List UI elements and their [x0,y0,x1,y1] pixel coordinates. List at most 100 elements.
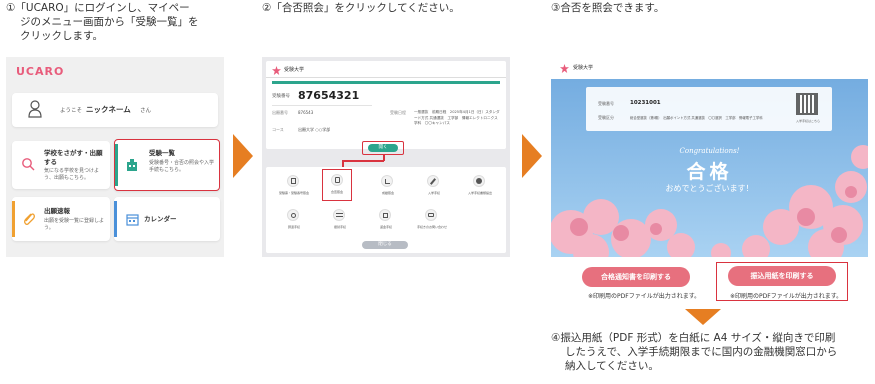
detail-card: 受験大学 受験番号 87654321 出願番号 876543 コース 出願大学 … [266,61,506,149]
tile-desc: 気になる学校を見つけよう、出願もこちら。 [44,168,100,181]
qr-code[interactable] [796,93,818,115]
exam-info: 一般選抜 前期日程 2025年4月1日（日）スタンダード方式 共通選抜 工学部 … [414,110,500,126]
menu-item[interactable]: 入学手続書類提出 [458,173,502,199]
tile-accent-bar [115,144,118,186]
step4-line: 納入してください。 [565,360,659,372]
exam-info-card: 受験番号 10231001 受験区分 総合型選抜（第Ⅰ期） 出願ポイント方式 共… [586,87,832,131]
menu-item-result-highlight[interactable]: 合否照会 [322,169,352,201]
menu-label: 受験票・受験番号照会 [278,191,309,195]
message-text: おめでとうございます！ [665,184,754,193]
exam-detail-screenshot: 受験大学 受験番号 87654321 出願番号 876543 コース 出願大学 … [262,57,510,257]
flower-icon [476,178,482,184]
cancel-icon [291,213,296,218]
pdf-note: ※印刷用のPDFファイルが出力されます。 [730,293,843,300]
course-value: 出願大学 ○○学部 [298,127,331,132]
honorific: さん [140,108,152,114]
ticket-icon [291,178,296,184]
menu-item[interactable]: 受験票・受験番号照会 [272,173,316,199]
tile-accent-bar [114,201,117,237]
tile-apply-news[interactable]: 出願速報 出願を受験一覧に登録しよう。 [12,197,110,241]
menu-label: 振替手続 [333,225,346,229]
print-notice-button[interactable]: 合格通知書を印刷する [582,267,690,287]
mypage-screenshot: UCARO ようこそ ニックネーム さん 学校をさがす・出願する 気になる学校を… [6,57,224,257]
exam-number-label: 受験番号 [598,101,614,106]
exam-number: 87654321 [298,89,360,102]
applicant-number: 876543 [298,110,314,115]
exam-type: 総合型選抜（第Ⅰ期） 出願ポイント方式 共通選抜 〇〇選択 工学部 情報電子工学… [630,116,763,120]
school-logo-icon [560,64,569,73]
down-arrow-icon [685,309,721,325]
result-header: 受験大学 [551,57,868,79]
menu-item[interactable]: 返金手続 [364,207,408,233]
search-icon [22,158,35,171]
swap-icon [336,213,343,217]
menu-card: 受験票・受験番号照会 合否照会 成績照会 入学手続 入学手続書類提出 辞退手続 [266,167,506,253]
step1-line: クリックします。 [20,30,103,42]
step1-line: ジのメニュー画面から「受験一覧」を [20,16,199,28]
step4-line: ④振込用紙（PDF 形式）を白紙に A4 サイズ・縦向きで印刷 [551,332,836,344]
menu-label: 手続きのお問い合わせ [416,225,447,229]
menu-label: 入学手続 [427,191,440,195]
bar-chart-icon [385,179,390,184]
tile-search-apply[interactable]: 学校をさがす・出願する 気になる学校を見つけよう、出願もこちら。 [12,141,110,189]
step4-line: したうえで、入学手続期限までに国内の金融機関窓口から [565,346,838,358]
open-button[interactable]: 開く [368,144,398,152]
school-logo-icon [272,66,281,75]
tile-accent-bar [12,201,15,237]
building-icon [127,159,137,171]
menu-item[interactable]: 辞退手続 [272,207,316,233]
close-button[interactable]: 閉じる [362,241,408,249]
tile-desc: 受験番号・合否の照会や入学手続もこちら。 [149,160,215,173]
menu-label: 辞退手続 [287,225,300,229]
school-name: 受験大学 [284,67,305,73]
exam-info-label: 受験日程 [390,110,406,115]
next-arrow-icon [522,134,542,178]
tile-exam-list[interactable]: 受験一覧 受験番号・合否の照会や入学手続もこちら。 [114,139,220,191]
chat-icon [428,213,434,217]
tile-title: 受験一覧 [149,149,175,157]
username: ニックネーム [86,105,131,114]
menu-label: 成績照会 [381,191,394,195]
congrats-text: Congratulations! [679,147,740,155]
tile-title: 学校をさがす・出願する [44,149,103,166]
user-icon [28,100,42,118]
greeting: ようこそ [60,108,83,114]
step3-text: ③合否を照会できます。 [551,2,665,14]
result-icon [335,177,340,183]
menu-item[interactable]: 振替手続 [318,207,362,233]
result-text: 合格 [686,161,733,183]
step1-text: ①「UCARO」にログインし、マイペー ジのメニュー画面から「受験一覧」を クリ… [6,1,234,43]
tile-title: 出願速報 [44,207,70,215]
pdf-note: ※印刷用のPDFファイルが出力されます。 [588,293,701,300]
step2-text: ②「合否照会」をクリックしてください。 [262,2,460,14]
next-arrow-icon [233,134,253,178]
step4-text: ④振込用紙（PDF 形式）を白紙に A4 サイズ・縦向きで印刷 したうえで、入学… [551,331,873,373]
refund-icon [383,213,388,218]
menu-label: 返金手続 [379,225,392,229]
menu-label: 入学手続書類提出 [467,191,492,195]
tile-title: カレンダー [144,215,177,223]
applicant-label: 出願番号 [272,110,288,115]
tile-desc: 出願を受験一覧に登録しよう。 [44,218,105,231]
exam-number-label: 受験番号 [272,94,290,99]
menu-label: 合否照会 [330,190,343,194]
print-slip-button[interactable]: 振込用紙を印刷する [728,266,836,286]
ucaro-logo: UCARO [16,65,65,78]
divider [272,105,372,106]
user-card: ようこそ ニックネーム さん [12,93,218,127]
connector-line [342,160,384,162]
step1-line: ①「UCARO」にログインし、マイペー [6,2,190,14]
result-screenshot: 受験大学 受験番号 10231001 受験区分 総合型選抜（第Ⅰ期） 出願ポイン… [551,57,868,257]
paperclip-icon [24,213,35,225]
tile-calendar[interactable]: カレンダー [114,197,220,241]
menu-item[interactable]: 入学手続 [412,173,456,199]
qr-caption: 入学手続はこちら [795,119,820,123]
school-name: 受験大学 [573,65,594,71]
menu-item[interactable]: 手続きのお問い合わせ [410,207,454,233]
divider [266,77,506,78]
course-label: コース [272,127,284,132]
calendar-icon [126,214,139,226]
menu-item[interactable]: 成績照会 [366,173,410,199]
progress-bar [272,81,500,84]
exam-type-label: 受験区分 [598,115,614,120]
